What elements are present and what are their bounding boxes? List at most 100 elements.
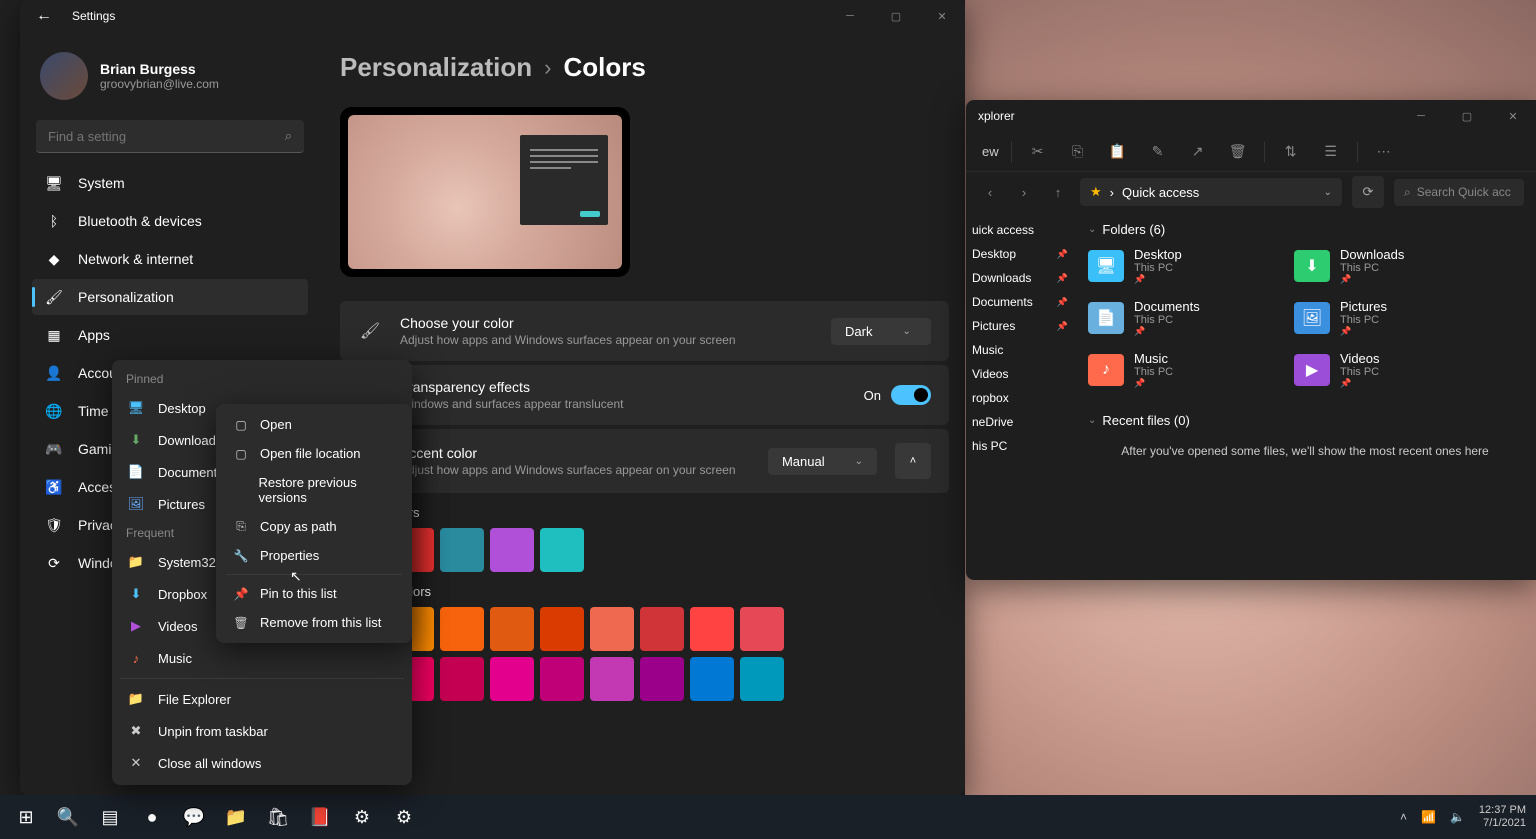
accent-mode-dropdown[interactable]: Manual ⌄ [768,448,877,475]
color-swatch[interactable] [540,607,584,651]
profile-block[interactable]: Brian Burgess groovybrian@live.com [28,44,312,108]
folder-item[interactable]: 📄 DocumentsThis PC📌 [1088,299,1268,337]
folder-item[interactable]: ♪ MusicThis PC📌 [1088,351,1268,389]
explorer-nav-item[interactable]: Music [966,338,1074,362]
breadcrumb-parent[interactable]: Personalization [340,52,532,83]
choose-color-row[interactable]: 🖌 Choose your color Adjust how apps and … [340,301,949,361]
explorer-nav-item[interactable]: Videos [966,362,1074,386]
color-swatch[interactable] [690,607,734,651]
taskbar-icon[interactable]: 💬 [176,799,212,835]
taskbar-icon[interactable]: ⚙ [344,799,380,835]
explorer-nav-item[interactable]: Documents📌 [966,290,1074,314]
explorer-nav-item[interactable]: uick access [966,218,1074,242]
back-button[interactable]: ← [32,4,56,28]
color-swatch[interactable] [540,657,584,701]
color-swatch[interactable] [590,607,634,651]
explorer-nav-item[interactable]: Pictures📌 [966,314,1074,338]
context-menu-item[interactable]: ⎘Copy as path [222,512,406,541]
taskbar-icon[interactable]: 📕 [302,799,338,835]
explorer-nav-item[interactable]: his PC [966,434,1074,458]
more-icon[interactable]: ⋯ [1370,138,1398,166]
folder-item[interactable]: ⬇ DownloadsThis PC📌 [1294,247,1474,285]
taskbar-icon[interactable]: ● [134,799,170,835]
context-menu-item[interactable]: 🗑Remove from this list [222,608,406,637]
sort-icon[interactable]: ⇅ [1277,138,1305,166]
nav-item-bluetooth-devices[interactable]: ᛒBluetooth & devices [32,203,308,239]
nav-item-apps[interactable]: ▦Apps [32,317,308,353]
share-icon[interactable]: ↗ [1184,138,1212,166]
color-swatch[interactable] [690,657,734,701]
maximize-button[interactable]: ▢ [873,0,919,32]
color-swatch[interactable] [640,657,684,701]
paste-icon[interactable]: 📋 [1104,138,1132,166]
color-mode-dropdown[interactable]: Dark ⌄ [831,318,931,345]
taskbar-icon[interactable]: 📁 [218,799,254,835]
jumplist-item[interactable]: ♪Music [112,642,412,674]
copy-icon[interactable]: ⎘ [1064,138,1092,166]
context-menu-item[interactable]: 📌Pin to this list [222,579,406,608]
nav-back-button[interactable]: ‹ [978,185,1002,200]
explorer-search[interactable]: ⌕ Search Quick acc [1394,179,1524,206]
minimize-button[interactable]: ─ [1398,100,1444,132]
transparency-toggle[interactable] [891,385,931,405]
context-menu-item[interactable]: 🔧Properties [222,541,406,570]
volume-icon[interactable]: 🔈 [1450,810,1465,824]
color-swatch[interactable] [490,657,534,701]
context-menu-item[interactable]: ▢Open file location [222,439,406,468]
nav-forward-button[interactable]: › [1012,185,1036,200]
color-swatch[interactable] [640,607,684,651]
close-button[interactable]: ✕ [1490,100,1536,132]
nav-item-system[interactable]: 🖥System [32,165,308,201]
color-swatch[interactable] [590,657,634,701]
explorer-nav-item[interactable]: ropbox [966,386,1074,410]
color-swatch[interactable] [740,657,784,701]
context-menu-item[interactable]: Restore previous versions [222,468,406,512]
delete-icon[interactable]: 🗑 [1224,138,1252,166]
color-swatch[interactable] [740,607,784,651]
close-button[interactable]: ✕ [919,0,965,32]
explorer-nav-item[interactable]: Desktop📌 [966,242,1074,266]
refresh-button[interactable]: ⟳ [1352,176,1384,208]
explorer-nav-item[interactable]: neDrive [966,410,1074,434]
search-field[interactable] [48,129,285,144]
recent-files-header[interactable]: ⌄ Recent files (0) [1088,413,1522,428]
cut-icon[interactable]: ✂ [1024,138,1052,166]
folder-item[interactable]: 🖥 DesktopThis PC📌 [1088,247,1268,285]
tray-overflow-icon[interactable]: ˄ [1400,810,1407,824]
expand-button[interactable]: ˄ [895,443,931,479]
color-swatch[interactable] [490,607,534,651]
context-menu-item[interactable]: ▢Open [222,410,406,439]
taskbar-icon[interactable]: ▤ [92,799,128,835]
search-input[interactable]: ⌕ [36,120,304,153]
new-button[interactable]: ew [982,144,999,159]
transparency-row[interactable]: ◩ Transparency effects Windows and surfa… [340,365,949,425]
jumplist-item[interactable]: ✖Unpin from taskbar [112,715,412,747]
taskbar-icon[interactable]: ⚙ [386,799,422,835]
minimize-button[interactable]: ─ [827,0,873,32]
folder-item[interactable]: ▶ VideosThis PC📌 [1294,351,1474,389]
jumplist-item[interactable]: 📁File Explorer [112,683,412,715]
address-box[interactable]: ★ › Quick access ⌄ [1080,178,1342,206]
nav-item-network-internet[interactable]: ◆Network & internet [32,241,308,277]
color-swatch[interactable] [440,528,484,572]
taskbar-icon[interactable]: ⊞ [8,799,44,835]
folders-section-header[interactable]: ⌄ Folders (6) [1088,222,1522,237]
maximize-button[interactable]: ▢ [1444,100,1490,132]
color-swatch[interactable] [440,607,484,651]
taskbar-icon[interactable]: 🛍 [260,799,296,835]
rename-icon[interactable]: ✎ [1144,138,1172,166]
explorer-nav-item[interactable]: Downloads📌 [966,266,1074,290]
folder-item[interactable]: 🖼 PicturesThis PC📌 [1294,299,1474,337]
nav-up-button[interactable]: ↑ [1046,185,1070,200]
taskbar-icon[interactable]: 🔍 [50,799,86,835]
view-icon[interactable]: ☰ [1317,138,1345,166]
clock[interactable]: 12:37 PM 7/1/2021 [1479,804,1526,830]
jumplist-item[interactable]: ✕Close all windows [112,747,412,779]
network-icon[interactable]: 📶 [1421,810,1436,824]
accent-color-row[interactable]: Accent color Adjust how apps and Windows… [340,429,949,493]
color-swatch[interactable] [540,528,584,572]
breadcrumb: Personalization › Colors [340,52,949,83]
color-swatch[interactable] [490,528,534,572]
nav-item-personalization[interactable]: 🖌Personalization [32,279,308,315]
color-swatch[interactable] [440,657,484,701]
